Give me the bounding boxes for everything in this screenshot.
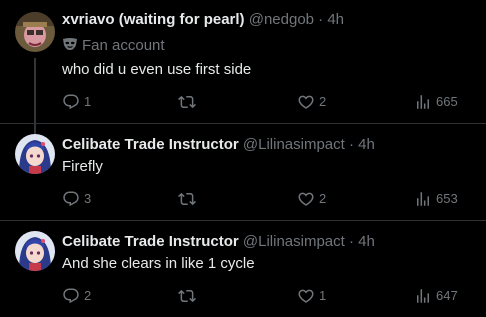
like-count: 2 [319, 94, 327, 109]
reply-count: 2 [84, 288, 92, 303]
views-button[interactable]: 653 [414, 189, 458, 209]
like-count: 2 [319, 191, 327, 206]
reply-icon [63, 191, 79, 207]
timestamp[interactable]: 4h [358, 233, 375, 250]
retweet-icon [178, 95, 196, 109]
reply-icon [63, 94, 79, 110]
like-button[interactable]: 1 [297, 286, 326, 306]
user-handle[interactable]: @nedgob [249, 11, 314, 28]
view-count: 665 [436, 94, 458, 109]
tweet-header: Celibate Trade Instructor @Lilinasimpact… [62, 232, 375, 252]
reply-button[interactable]: 2 [62, 286, 91, 306]
like-icon [298, 289, 314, 303]
timestamp[interactable]: 4h [327, 11, 344, 28]
like-button[interactable]: 2 [297, 189, 326, 209]
views-button[interactable]: 647 [414, 286, 458, 306]
fan-account-badge: Fan account [62, 36, 165, 58]
tweet-text: Firefly [62, 158, 103, 175]
tweet-text: And she clears in like 1 cycle [62, 255, 255, 272]
retweet-icon [178, 289, 196, 303]
reply-count: 3 [84, 191, 92, 206]
separator-dot: · [349, 136, 354, 153]
display-name[interactable]: xvriavo (waiting for pearl) [62, 11, 245, 28]
reply-button[interactable]: 1 [62, 92, 91, 112]
tweet-header: Celibate Trade Instructor @Lilinasimpact… [62, 135, 375, 155]
like-icon [298, 95, 314, 109]
timestamp[interactable]: 4h [358, 136, 375, 153]
avatar[interactable] [15, 231, 55, 271]
view-count: 653 [436, 191, 458, 206]
user-handle[interactable]: @Lilinasimpact [243, 233, 345, 250]
display-name[interactable]: Celibate Trade Instructor [62, 233, 239, 250]
retweet-button[interactable] [178, 92, 200, 112]
tweet-1[interactable]: xvriavo (waiting for pearl) @nedgob · 4h… [0, 0, 486, 124]
views-icon [417, 192, 429, 206]
reply-icon [63, 288, 79, 304]
avatar[interactable] [15, 134, 55, 174]
like-icon [298, 192, 314, 206]
retweet-button[interactable] [178, 189, 200, 209]
fan-account-mask-icon [62, 36, 78, 58]
user-handle[interactable]: @Lilinasimpact [243, 136, 345, 153]
views-icon [417, 289, 429, 303]
reply-count: 1 [84, 94, 92, 109]
reply-button[interactable]: 3 [62, 189, 91, 209]
like-count: 1 [319, 288, 327, 303]
separator-dot: · [318, 11, 324, 28]
retweet-button[interactable] [178, 286, 200, 306]
like-button[interactable]: 2 [297, 92, 326, 112]
display-name[interactable]: Celibate Trade Instructor [62, 136, 239, 153]
tweet-2[interactable]: Celibate Trade Instructor @Lilinasimpact… [0, 124, 486, 221]
tweet-header: xvriavo (waiting for pearl) @nedgob · 4h [62, 10, 344, 30]
view-count: 647 [436, 288, 458, 303]
retweet-icon [178, 192, 196, 206]
separator-dot: · [349, 233, 354, 250]
fan-account-label: Fan account [82, 37, 165, 54]
views-button[interactable]: 665 [414, 92, 458, 112]
views-icon [417, 95, 429, 109]
tweet-text: who did u even use first side [62, 61, 252, 78]
avatar[interactable] [15, 12, 55, 52]
tweet-3[interactable]: Celibate Trade Instructor @Lilinasimpact… [0, 221, 486, 317]
